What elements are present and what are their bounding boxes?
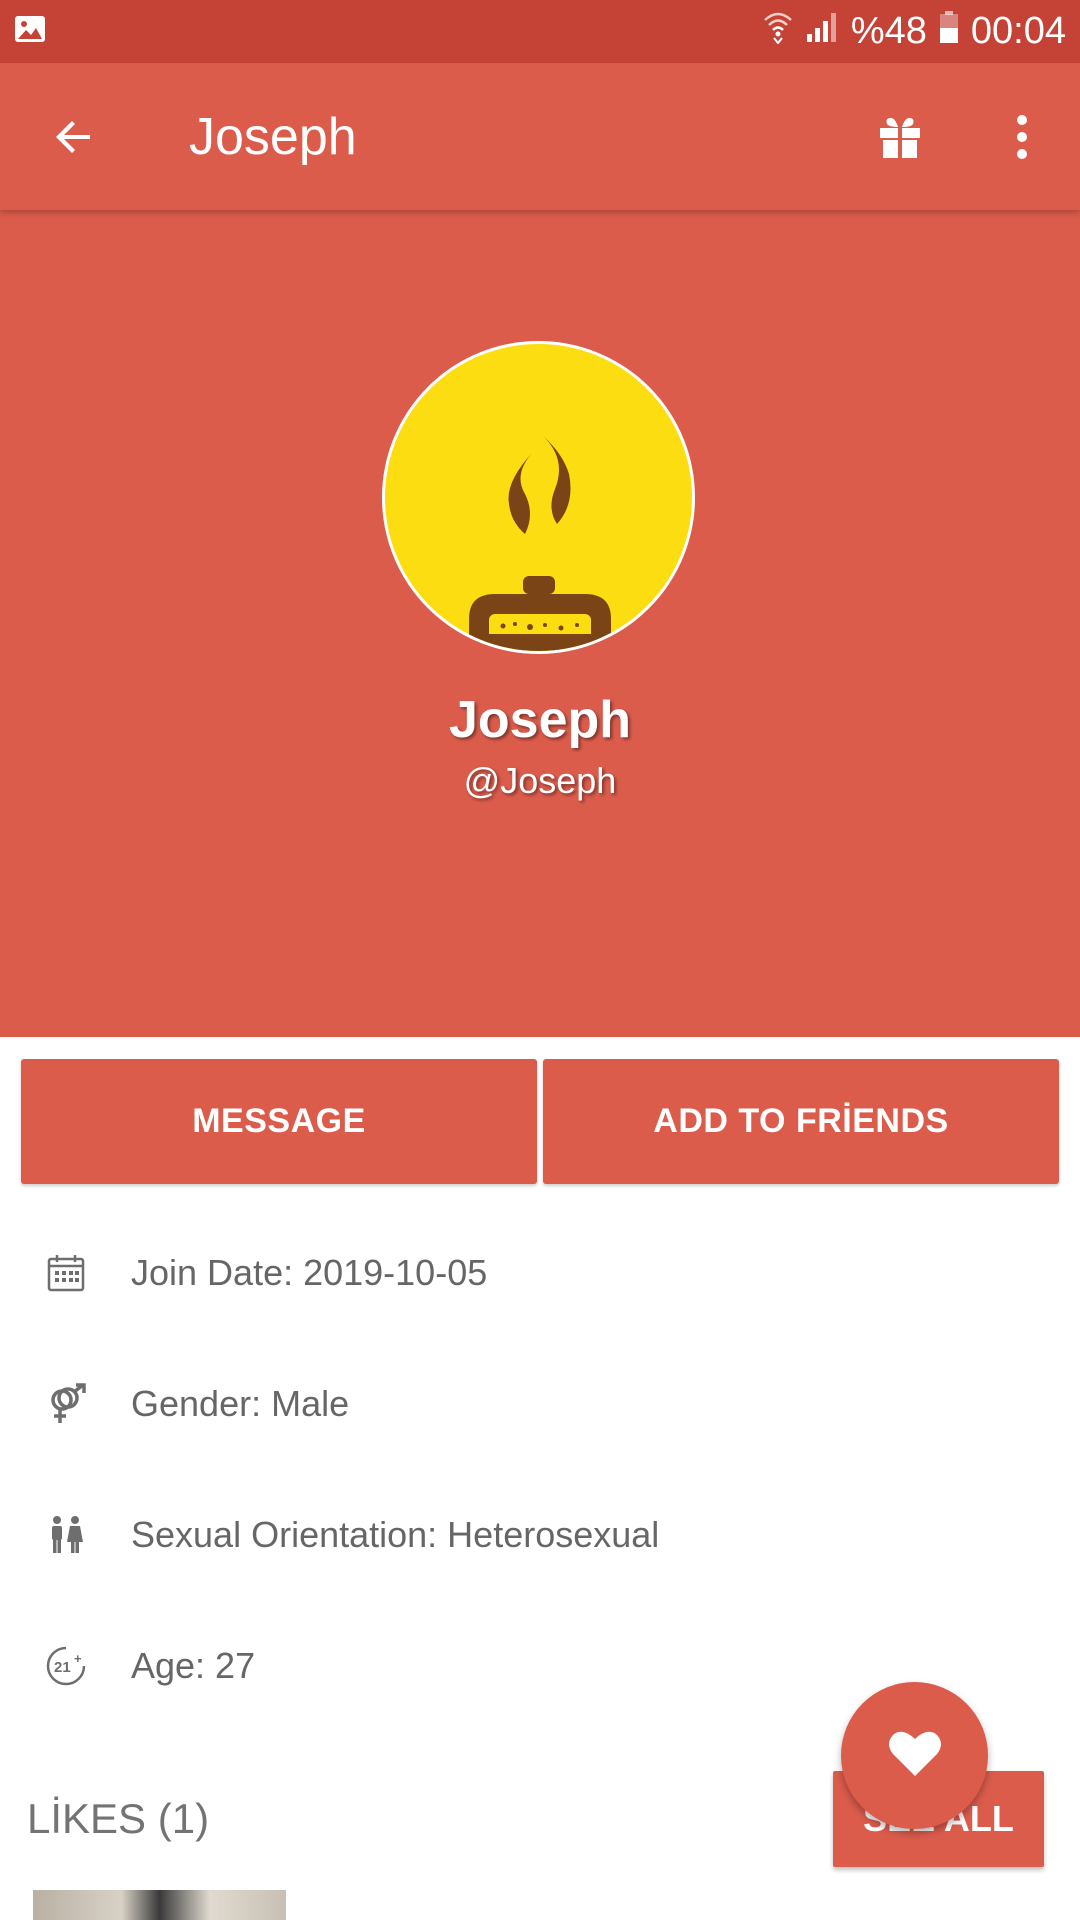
svg-text:+: + <box>74 1651 82 1666</box>
clock: 00:04 <box>970 10 1066 52</box>
battery-icon <box>939 10 959 54</box>
back-arrow-icon[interactable] <box>44 107 104 167</box>
avatar[interactable] <box>382 341 695 654</box>
info-row-orientation: Sexual Orientation: Heterosexual <box>0 1495 1080 1575</box>
message-button[interactable]: MESSAGE <box>21 1059 537 1184</box>
gift-icon[interactable] <box>870 107 930 167</box>
info-row-join-date: Join Date: 2019-10-05 <box>0 1233 1080 1313</box>
couple-icon <box>44 1513 88 1557</box>
info-row-gender: Gender: Male <box>0 1364 1080 1444</box>
likes-section-title: LİKES (1) <box>27 1795 210 1842</box>
battery-percent: %48 <box>850 10 927 52</box>
profile-handle: @Joseph <box>463 760 617 801</box>
gender-icon <box>44 1382 88 1426</box>
profile-header: Joseph @Joseph <box>0 210 1080 1037</box>
app-bar-title: Joseph <box>189 108 357 166</box>
join-date-text: Join Date: 2019-10-05 <box>131 1252 488 1293</box>
svg-text:21: 21 <box>54 1659 71 1676</box>
signal-icon <box>805 10 839 54</box>
status-bar: %48 00:04 <box>0 0 1080 63</box>
calendar-icon <box>44 1251 88 1295</box>
image-notification-icon <box>14 15 46 48</box>
gender-text: Gender: Male <box>131 1383 350 1424</box>
app-bar: Joseph <box>0 63 1080 210</box>
add-to-friends-button[interactable]: ADD TO FRİENDS <box>543 1059 1059 1184</box>
liked-photo-thumbnail[interactable] <box>33 1890 286 1920</box>
age-21-plus-icon: 21 + <box>44 1644 88 1688</box>
more-vert-icon[interactable] <box>990 107 1054 167</box>
orientation-text: Sexual Orientation: Heterosexual <box>131 1514 660 1555</box>
heart-icon <box>888 1729 942 1782</box>
wifi-icon <box>763 10 793 54</box>
age-text: Age: 27 <box>131 1645 256 1686</box>
like-fab-button[interactable] <box>841 1682 988 1829</box>
profile-name: Joseph <box>448 691 632 749</box>
